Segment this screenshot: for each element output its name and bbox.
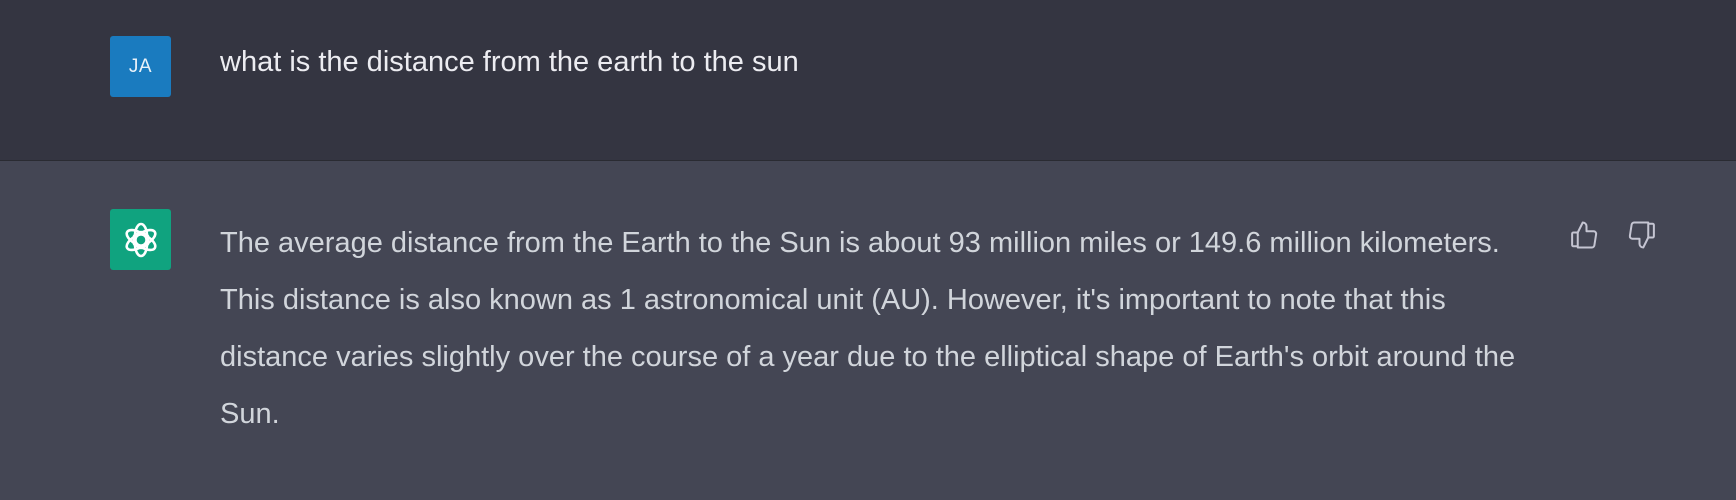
thumbs-down-icon: [1628, 221, 1655, 249]
user-avatar: JA: [110, 36, 171, 97]
user-message-text: what is the distance from the earth to t…: [220, 46, 799, 78]
user-avatar-initials: JA: [128, 55, 153, 77]
thumbs-up-icon: [1571, 221, 1598, 249]
assistant-avatar: [110, 209, 171, 270]
user-message: JA what is the distance from the earth t…: [0, 0, 1736, 161]
thumbs-down-button[interactable]: [1626, 219, 1658, 251]
feedback-buttons: [1568, 219, 1658, 251]
assistant-message: The average distance from the Earth to t…: [0, 161, 1736, 500]
thumbs-up-button[interactable]: [1568, 219, 1600, 251]
chat-thread: JA what is the distance from the earth t…: [0, 0, 1736, 500]
openai-logo-icon: [124, 222, 157, 257]
assistant-message-text: The average distance from the Earth to t…: [220, 227, 1516, 430]
